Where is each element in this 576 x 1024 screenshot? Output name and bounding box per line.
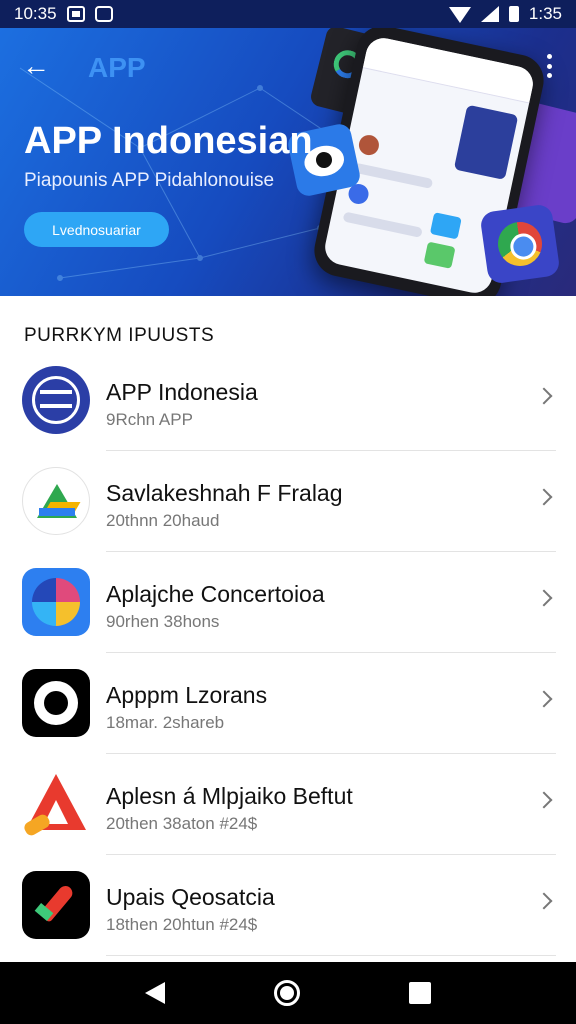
status-time-left: 10:35 (14, 4, 57, 23)
app-subtitle: 20thnn 20haud (106, 511, 220, 530)
app-indonesia-icon (22, 366, 90, 434)
app-name: APP Indonesia (106, 379, 258, 405)
back-triangle-icon[interactable] (144, 982, 165, 1004)
chevron-right-icon (535, 690, 553, 708)
black-circle-icon (22, 669, 90, 737)
app-list: APP Indonesia 9Rchn APP Savlakeshnah F F… (0, 350, 576, 956)
status-right: 1:35 (448, 4, 562, 24)
home-circle-icon[interactable] (273, 980, 300, 1006)
app-name: Aplajche Concertoioa (106, 581, 325, 607)
chevron-right-icon (535, 791, 553, 809)
chevron-right-icon (535, 892, 553, 910)
section-header: PURRKYM IPUUSTS (24, 325, 215, 346)
appbar-title: APP (88, 52, 146, 83)
app-subtitle: 9Rchn APP (106, 410, 193, 429)
navigation-bar (0, 962, 576, 1024)
list-item[interactable]: Aplajche Concertoioa 90rhen 38hons (0, 552, 576, 653)
chrome-graphic (479, 203, 561, 285)
recents-square-icon[interactable] (409, 982, 432, 1004)
rocket-icon (22, 871, 90, 939)
wifi-icon (448, 7, 471, 23)
photo-icon (66, 6, 85, 22)
app-subtitle: 18mar. 2shareb (106, 713, 225, 732)
hero-title: APP Indonesian (24, 120, 313, 162)
app-name: Upais Qeosatcia (106, 884, 275, 910)
list-item[interactable]: Apppm Lzorans 18mar. 2shareb (0, 653, 576, 754)
color-circle-icon (22, 568, 90, 636)
chevron-right-icon (535, 387, 553, 405)
status-time-right: 1:35 (528, 4, 562, 23)
back-arrow-icon[interactable]: ← (22, 52, 54, 84)
divider (106, 955, 556, 956)
chevron-right-icon (535, 589, 553, 607)
battery-icon (508, 6, 519, 22)
hero-banner: ← APP APP Indonesian Piapounis APP Pidah… (0, 28, 576, 296)
drive-icon (22, 467, 90, 535)
list-item[interactable]: APP Indonesia 9Rchn APP (0, 350, 576, 451)
red-triangle-icon (22, 770, 90, 838)
status-left: 10:35 (14, 4, 113, 24)
list-item[interactable]: Upais Qeosatcia 18then 20htun #24$ (0, 855, 576, 956)
app-name: Savlakeshnah F Fralag (106, 480, 343, 506)
chevron-right-icon (535, 488, 553, 506)
more-vert-icon[interactable] (544, 54, 554, 78)
list-item[interactable]: Savlakeshnah F Fralag 20thnn 20haud (0, 451, 576, 552)
app-icon (94, 6, 113, 22)
signal-icon (480, 6, 499, 22)
app-name: Aplesn á Mlpjaiko Beftut (106, 783, 353, 809)
app-subtitle: 18then 20htun #24$ (106, 915, 258, 934)
hero-subtitle: Piapounis APP Pidahlonouise (24, 170, 275, 191)
app-name: Apppm Lzorans (106, 682, 268, 708)
hero-action-button[interactable]: Lvednosuariar (24, 212, 169, 247)
list-item[interactable]: Aplesn á Mlpjaiko Beftut 20then 38aton #… (0, 754, 576, 855)
app-subtitle: 20then 38aton #24$ (106, 814, 258, 833)
status-bar: 10:35 1:35 (0, 0, 576, 28)
app-subtitle: 90rhen 38hons (106, 612, 220, 631)
